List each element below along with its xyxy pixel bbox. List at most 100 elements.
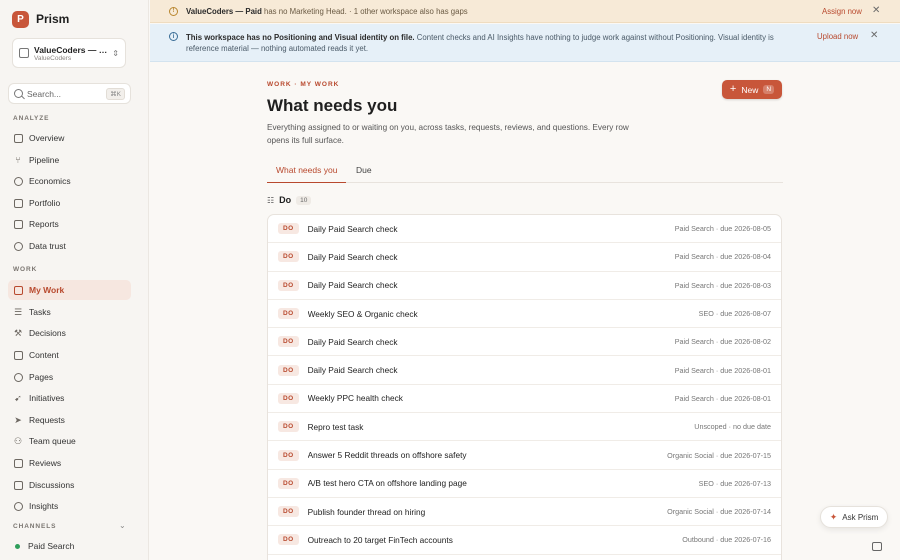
status-badge: DO: [278, 506, 299, 518]
task-meta: SEO · due 2026-07-13: [698, 478, 771, 488]
sidebar-item-label: Insights: [29, 501, 59, 511]
new-shortcut: N: [763, 85, 775, 94]
sidebar-item-content[interactable]: Content: [8, 345, 131, 365]
sidebar-item-label: Decisions: [29, 328, 66, 338]
task-title: Daily Paid Search check: [307, 251, 398, 262]
sidebar-item-requests[interactable]: ➤ Requests: [8, 410, 131, 430]
status-badge: DO: [278, 251, 299, 263]
chevron-down-icon[interactable]: ⌄: [119, 521, 126, 530]
close-icon[interactable]: ✕: [872, 5, 880, 16]
prism-logo-icon: P: [12, 10, 29, 28]
sidebar-item-overview[interactable]: Overview: [8, 128, 131, 148]
banner-info-message: This workspace has no Positioning and Vi…: [186, 32, 796, 54]
table-row[interactable]: DO Daily Paid Search check Paid Search · d…: [268, 356, 781, 385]
banner-warning-message: ValueCoders — Paid has no Marketing Head…: [186, 7, 468, 16]
task-title: Repro test task: [307, 421, 364, 432]
sidebar-item-paid-search[interactable]: Paid Search: [8, 536, 131, 556]
task-list: DO Daily Paid Search check Paid Search · d…: [267, 214, 782, 560]
warning-icon: !: [169, 6, 178, 16]
workspace-name: ValueCoders — P...: [34, 44, 108, 55]
search-box[interactable]: ⌘K: [8, 83, 131, 104]
new-button[interactable]: + New N: [722, 80, 782, 99]
send-icon: ➤: [14, 414, 22, 425]
sidebar-item-pipeline[interactable]: ⑂ Pipeline: [8, 150, 131, 170]
sidebar-item-discussions[interactable]: Discussions: [8, 475, 131, 495]
task-title: Outreach to 20 target FinTech accounts: [307, 534, 453, 545]
tab-what-needs-you[interactable]: What needs you: [267, 157, 347, 183]
table-row[interactable]: DO: [268, 555, 781, 560]
group-title: Do: [279, 195, 292, 205]
task-meta: Paid Search · due 2026-08-05: [674, 224, 771, 234]
sidebar-item-label: Initiatives: [29, 393, 65, 403]
table-row[interactable]: DO Weekly SEO & Organic check SEO · due 20…: [268, 300, 781, 329]
status-badge: DO: [278, 392, 299, 404]
sidebar-item-label: My Work: [29, 285, 65, 295]
task-title: A/B test hero CTA on offshore landing pa…: [307, 478, 467, 489]
sidebar-item-economics[interactable]: Economics: [8, 171, 131, 191]
sidebar-item-initiatives[interactable]: ➹ Initiatives: [8, 388, 131, 408]
task-title: Publish founder thread on hiring: [307, 506, 426, 517]
inbox-icon: [13, 285, 23, 295]
task-meta: Paid Search · due 2026-08-02: [674, 337, 771, 347]
sidebar-item-decisions[interactable]: ⚒ Decisions: [8, 323, 131, 343]
sidebar-item-label: Pipeline: [29, 155, 60, 165]
building-icon: [19, 48, 29, 58]
sidebar-item-team-queue[interactable]: ⚇ Team queue: [8, 431, 131, 451]
sidebar-item-my-work[interactable]: My Work: [8, 280, 131, 300]
task-meta: Unscoped · no due date: [694, 422, 771, 432]
brand[interactable]: P Prism: [12, 9, 69, 29]
sidebar-item-pages[interactable]: Pages: [8, 367, 131, 387]
table-row[interactable]: DO Outreach to 20 target FinTech accounts…: [268, 526, 781, 555]
sidebar-item-reports[interactable]: Reports: [8, 214, 131, 234]
table-row[interactable]: DO A/B test hero CTA on offshore landing …: [268, 470, 781, 498]
table-row[interactable]: DO Daily Paid Search check Paid Search · d…: [268, 328, 781, 357]
workspace-switcher[interactable]: ValueCoders — P... ValueCoders ⇕: [12, 38, 126, 68]
new-button-label: New: [741, 84, 759, 95]
table-row[interactable]: DO Weekly PPC health check Paid Search · d…: [268, 385, 781, 414]
table-row[interactable]: DO Answer 5 Reddit threads on offshore sa…: [268, 441, 781, 470]
status-dot-icon: [15, 543, 20, 549]
pipeline-icon: ⑂: [15, 154, 21, 165]
info-icon: i: [169, 32, 178, 41]
task-title: Weekly SEO & Organic check: [307, 308, 418, 319]
chat-icon: [13, 480, 23, 490]
workspace-org: ValueCoders: [34, 54, 72, 62]
tab-due[interactable]: Due: [356, 157, 372, 183]
sidebar-item-insights[interactable]: Insights: [8, 496, 131, 516]
table-row[interactable]: DO Publish founder thread on hiring Organi…: [268, 498, 781, 527]
table-row[interactable]: DO Daily Paid Search check Paid Search · d…: [268, 272, 781, 300]
status-badge: DO: [278, 449, 299, 461]
table-row[interactable]: DO Daily Paid Search check Paid Search · d…: [268, 215, 781, 244]
group-header[interactable]: ☷ Do 10: [267, 195, 312, 205]
sidebar-item-data-trust[interactable]: Data trust: [8, 236, 131, 256]
shield-icon: [13, 241, 23, 251]
task-title: Daily Paid Search check: [307, 223, 398, 234]
feedback-button[interactable]: [866, 537, 888, 555]
sidebar-item-tasks[interactable]: ☰ Tasks: [8, 302, 131, 322]
sidebar-item-label: Data trust: [29, 241, 66, 251]
status-badge: DO: [278, 308, 299, 320]
ask-prism-button[interactable]: ✦ Ask Prism: [820, 506, 888, 528]
upload-now-link[interactable]: Upload now: [817, 32, 858, 41]
task-title: Weekly PPC health check: [307, 393, 403, 404]
sidebar-item-label: Requests: [29, 415, 65, 425]
sidebar-item-label: Reports: [29, 219, 59, 229]
sidebar-item-label: Reviews: [29, 458, 62, 468]
table-row[interactable]: DO Daily Paid Search check Paid Search · d…: [268, 243, 781, 272]
sidebar-item-label: Tasks: [29, 307, 51, 317]
section-channels: CHANNELS: [13, 523, 57, 530]
page-title: What needs you: [267, 96, 398, 115]
task-meta: Outbound · due 2026-07-16: [682, 535, 771, 545]
status-badge: DO: [278, 421, 299, 433]
search-input[interactable]: [27, 88, 103, 99]
sidebar: P Prism ValueCoders — P... ValueCoders ⇕…: [0, 0, 149, 560]
group-count-badge: 10: [296, 195, 312, 205]
assign-now-link[interactable]: Assign now: [822, 7, 862, 16]
workspace-text: ValueCoders — P... ValueCoders: [34, 45, 107, 62]
sidebar-item-reviews[interactable]: Reviews: [8, 453, 131, 473]
grid-icon: [13, 133, 23, 143]
close-icon[interactable]: ✕: [870, 30, 878, 41]
table-row[interactable]: DO Repro test task Unscoped · no due date: [268, 413, 781, 442]
sidebar-item-portfolio[interactable]: Portfolio: [8, 193, 131, 213]
section-work: WORK: [13, 266, 38, 273]
